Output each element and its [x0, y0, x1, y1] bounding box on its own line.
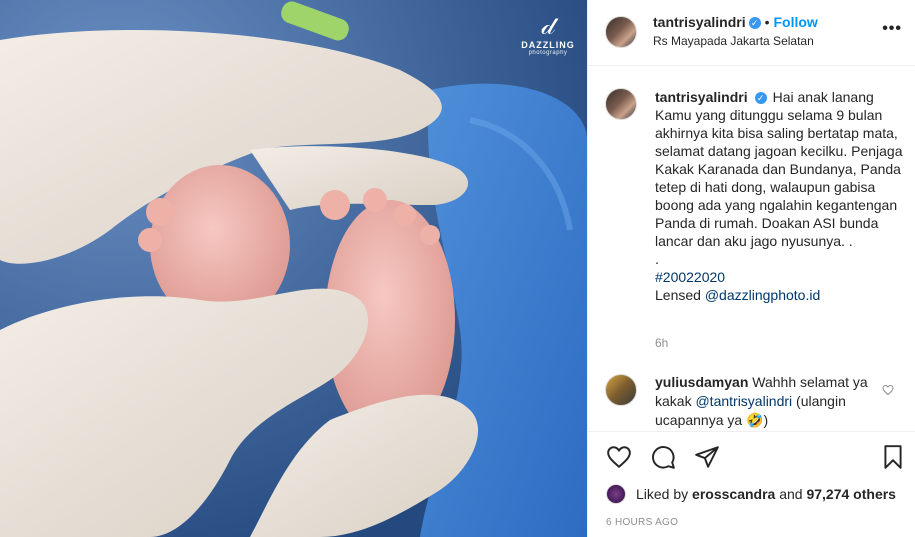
watermark-logo: 𝒹 — [541, 11, 555, 41]
separator-dot: • — [764, 14, 770, 30]
commenter-avatar[interactable] — [605, 374, 637, 406]
watermark-brand: DAZZLING — [521, 40, 575, 50]
photographer-watermark: 𝒹 DAZZLING photography — [518, 12, 578, 56]
likes-prefix: Liked by — [636, 486, 689, 502]
post-header: tantrisyalindri ✓ • Follow Rs Mayapada Jaka… — [588, 0, 915, 66]
caption-time[interactable]: 6h — [655, 336, 668, 350]
verified-icon: ✓ — [748, 17, 761, 29]
more-icon[interactable]: ••• — [882, 20, 902, 38]
comments-area: tantrisyalindri ✓ Hai anak lanang Kamu yan… — [588, 66, 915, 431]
like-comment-icon[interactable] — [882, 384, 894, 396]
caption-text: tantrisyalindri ✓ Hai anak lanang Kamu yan… — [655, 88, 905, 304]
likes-conjunction: and — [779, 486, 803, 502]
caption-avatar[interactable] — [605, 88, 637, 120]
author-line: tantrisyalindri ✓ • Follow — [653, 14, 818, 32]
watermark-sub: photography — [528, 50, 568, 56]
comment-mention[interactable]: @tantrisyalindri — [695, 393, 792, 409]
bookmark-icon[interactable] — [880, 444, 906, 470]
post-actions: Liked by erosscandra and 97,274 others 6… — [588, 431, 915, 537]
caption-dot: . — [655, 251, 659, 267]
photo-illustration — [0, 0, 587, 537]
likes-count[interactable]: 97,274 others — [806, 486, 896, 502]
caption-body: Hai anak lanang Kamu yang ditunggu selam… — [655, 89, 903, 249]
post-location[interactable]: Rs Mayapada Jakarta Selatan — [653, 34, 814, 48]
liker-avatar[interactable] — [606, 484, 626, 504]
caption-username[interactable]: tantrisyalindri — [655, 89, 748, 105]
verified-icon: ✓ — [754, 92, 767, 104]
likes-summary: Liked by erosscandra and 97,274 others — [606, 484, 896, 504]
follow-button[interactable]: Follow — [774, 14, 818, 30]
share-icon[interactable] — [694, 444, 720, 470]
author-avatar[interactable] — [605, 16, 637, 48]
commenter-username[interactable]: yuliusdamyan — [655, 374, 748, 390]
post-sidebar: tantrisyalindri ✓ • Follow Rs Mayapada Jaka… — [587, 0, 915, 537]
comment-icon[interactable] — [650, 444, 676, 470]
hashtag-link[interactable]: #20022020 — [655, 269, 725, 285]
mention-link[interactable]: @dazzlingphoto.id — [705, 287, 820, 303]
author-username[interactable]: tantrisyalindri — [653, 14, 746, 30]
heart-icon[interactable] — [606, 444, 632, 470]
post-photo[interactable]: 𝒹 DAZZLING photography — [0, 0, 587, 537]
comment-item: yuliusdamyan Wahhh selamat ya kakak @tan… — [655, 373, 875, 430]
lensed-label: Lensed — [655, 287, 701, 303]
post-timestamp[interactable]: 6 HOURS AGO — [606, 517, 678, 528]
liker-username[interactable]: erosscandra — [692, 486, 775, 502]
